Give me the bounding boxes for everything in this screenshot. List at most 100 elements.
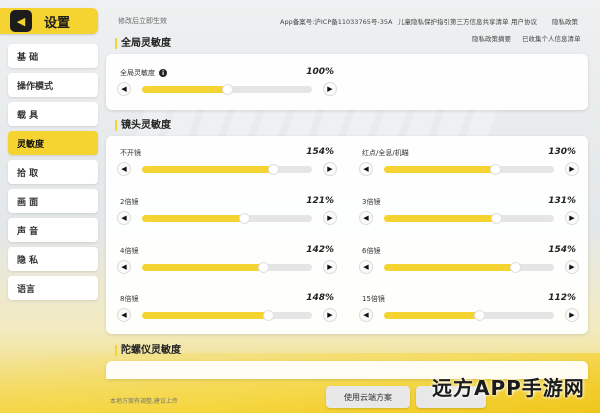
decrease-arrow-icon[interactable]: ◀	[360, 212, 372, 224]
privacy-summary-link[interactable]: 隐私政策摘要	[472, 33, 511, 43]
apply-immediately-note: 修改后立即生效	[118, 17, 167, 25]
slider-knob[interactable]	[490, 165, 500, 174]
sidebar-item-basic[interactable]: 基 础	[8, 44, 98, 68]
slider-value: 121%	[306, 196, 334, 206]
slider-label: 不开镜	[120, 149, 141, 157]
decrease-arrow-icon[interactable]: ◀	[118, 83, 130, 95]
increase-arrow-icon[interactable]: ▶	[324, 261, 336, 273]
section-title-scope: 镜头灵敏度	[115, 120, 171, 131]
slider-label: 3倍镜	[362, 198, 381, 206]
slider-knob[interactable]	[475, 311, 485, 320]
sidebar-item-graphics[interactable]: 画 面	[8, 189, 98, 213]
slider-knob[interactable]	[263, 311, 273, 320]
decrease-arrow-icon[interactable]: ◀	[118, 163, 130, 175]
header-bar: ◀ 设置	[0, 8, 98, 34]
icp-record-link[interactable]: App备案号:沪ICP备11033765号-35A	[280, 16, 392, 26]
slider-scope-reddot: 红点/全息/机瞄 130% ◀ ▶	[360, 147, 578, 188]
increase-arrow-icon[interactable]: ▶	[566, 163, 578, 175]
slider-scope-2x: 2倍镜 121% ◀ ▶	[118, 196, 336, 237]
back-arrow-icon: ◀	[16, 14, 26, 28]
increase-arrow-icon[interactable]: ▶	[566, 212, 578, 224]
sidebar-item-control-mode[interactable]: 操作模式	[8, 73, 98, 97]
slider-track[interactable]	[142, 165, 312, 174]
sidebar: 基 础 操作模式 载 具 灵敏度 拾 取 画 面 声 音 隐 私 语言	[8, 44, 98, 305]
slider-knob[interactable]	[223, 85, 232, 94]
slider-track[interactable]	[142, 85, 312, 94]
slider-track[interactable]	[384, 311, 554, 320]
increase-arrow-icon[interactable]: ▶	[566, 261, 578, 273]
slider-fill	[384, 312, 480, 319]
slider-label: 2倍镜	[120, 198, 139, 206]
slider-value: 100%	[306, 67, 334, 77]
slider-value: 130%	[548, 147, 576, 157]
increase-arrow-icon[interactable]: ▶	[324, 83, 336, 95]
increase-arrow-icon[interactable]: ▶	[324, 212, 336, 224]
slider-label: 红点/全息/机瞄	[362, 149, 409, 157]
watermark-logo: 远方APP手游网	[432, 376, 585, 400]
use-cloud-plan-button[interactable]: 使用云端方案	[326, 386, 410, 408]
user-agreement-link[interactable]: 用户协议	[511, 16, 537, 26]
slider-fill	[142, 86, 227, 93]
slider-scope-15x: 15倍镜 112% ◀ ▶	[360, 293, 578, 334]
slider-fill	[142, 264, 263, 271]
decrease-arrow-icon[interactable]: ◀	[360, 309, 372, 321]
slider-knob[interactable]	[510, 263, 520, 272]
sidebar-item-vehicle[interactable]: 载 具	[8, 102, 98, 126]
slider-label: 15倍镜	[362, 295, 385, 303]
sidebar-item-privacy[interactable]: 隐 私	[8, 247, 98, 271]
slider-knob[interactable]	[258, 263, 268, 272]
child-privacy-link[interactable]: 儿童隐私保护指引	[398, 16, 450, 26]
slider-value: 112%	[548, 293, 576, 303]
increase-arrow-icon[interactable]: ▶	[566, 309, 578, 321]
collected-info-link[interactable]: 已收集个人信息清单	[522, 33, 581, 43]
slider-fill	[142, 215, 244, 222]
slider-fill	[384, 166, 495, 173]
slider-knob[interactable]	[268, 165, 278, 174]
sidebar-item-sound[interactable]: 声 音	[8, 218, 98, 242]
page-title: 设置	[44, 15, 71, 31]
upload-suggestion-note: 本地方案有调整,建议上传	[110, 398, 178, 405]
slider-track[interactable]	[142, 263, 312, 272]
slider-global: 全局灵敏度 i 100% ◀ ▶	[118, 67, 336, 108]
slider-knob[interactable]	[492, 214, 502, 223]
panel-global: 全局灵敏度 i 100% ◀ ▶	[106, 54, 588, 110]
slider-track[interactable]	[384, 214, 554, 223]
slider-fill	[384, 215, 497, 222]
slider-fill	[142, 312, 268, 319]
panel-scope: 不开镜 154% ◀ ▶ 红点/全息/机瞄 130% ◀ ▶ 2倍镜 121% …	[106, 136, 588, 334]
increase-arrow-icon[interactable]: ▶	[324, 163, 336, 175]
slider-knob[interactable]	[240, 214, 249, 223]
slider-label: 4倍镜	[120, 247, 139, 255]
slider-value: 142%	[306, 245, 334, 255]
slider-track[interactable]	[384, 263, 554, 272]
slider-track[interactable]	[142, 214, 312, 223]
slider-value: 154%	[548, 245, 576, 255]
slider-scope-8x: 8倍镜 148% ◀ ▶	[118, 293, 336, 334]
slider-fill	[384, 264, 515, 271]
decrease-arrow-icon[interactable]: ◀	[118, 212, 130, 224]
slider-label: 6倍镜	[362, 247, 381, 255]
slider-scope-3x: 3倍镜 131% ◀ ▶	[360, 196, 578, 237]
section-title-global: 全局灵敏度	[115, 38, 171, 49]
slider-track[interactable]	[142, 311, 312, 320]
privacy-policy-link[interactable]: 隐私政策	[552, 16, 578, 26]
slider-label: 全局灵敏度	[120, 69, 155, 77]
slider-scope-4x: 4倍镜 142% ◀ ▶	[118, 245, 336, 286]
third-party-list-link[interactable]: 第三方信息共享清单	[450, 16, 509, 26]
sidebar-item-sensitivity[interactable]: 灵敏度	[8, 131, 98, 155]
back-button[interactable]: ◀	[10, 10, 32, 32]
slider-fill	[142, 166, 273, 173]
sidebar-item-pickup[interactable]: 拾 取	[8, 160, 98, 184]
info-icon[interactable]: i	[159, 69, 167, 77]
slider-value: 154%	[306, 147, 334, 157]
slider-value: 131%	[548, 196, 576, 206]
decrease-arrow-icon[interactable]: ◀	[118, 309, 130, 321]
decrease-arrow-icon[interactable]: ◀	[118, 261, 130, 273]
decrease-arrow-icon[interactable]: ◀	[360, 163, 372, 175]
increase-arrow-icon[interactable]: ▶	[324, 309, 336, 321]
slider-track[interactable]	[384, 165, 554, 174]
decrease-arrow-icon[interactable]: ◀	[360, 261, 372, 273]
sidebar-item-language[interactable]: 语言	[8, 276, 98, 300]
slider-scope-6x: 6倍镜 154% ◀ ▶	[360, 245, 578, 286]
slider-scope-none: 不开镜 154% ◀ ▶	[118, 147, 336, 188]
